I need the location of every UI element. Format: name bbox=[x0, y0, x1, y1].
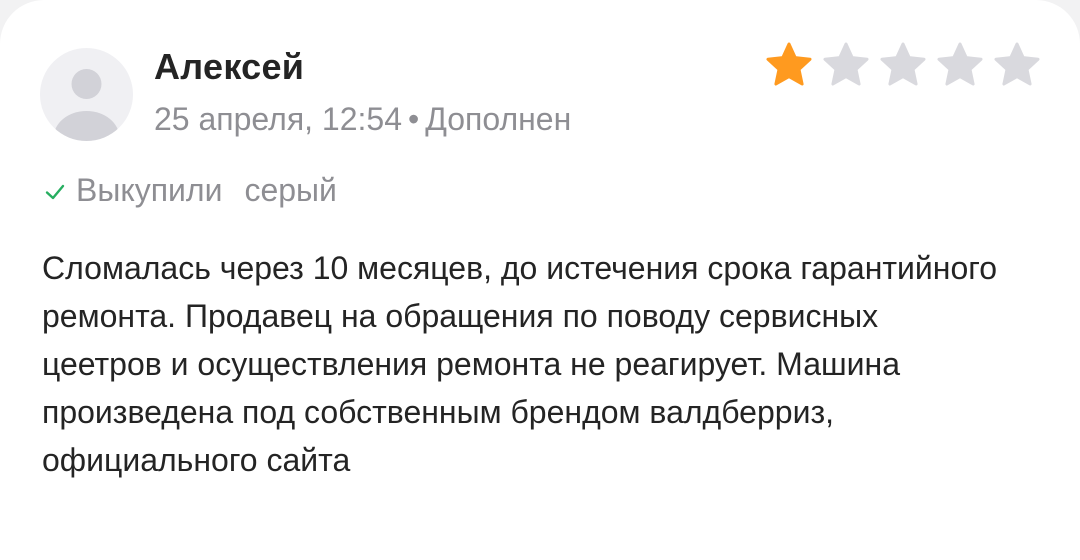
review-date: 25 апреля, 12:54 bbox=[154, 101, 402, 137]
user-placeholder-icon bbox=[53, 69, 120, 141]
review-card: Алексей 25 апреля, 12:54 • Дополнен Выкупи… bbox=[0, 0, 1080, 560]
purchase-status: Выкупили bbox=[76, 172, 223, 208]
author-name: Алексей bbox=[154, 46, 305, 87]
meta-separator: • bbox=[408, 101, 420, 137]
purchase-info: Выкупили серый bbox=[44, 172, 337, 209]
star-icon bbox=[880, 42, 926, 86]
star-icon bbox=[994, 42, 1040, 86]
avatar bbox=[40, 48, 133, 141]
review-meta: 25 апреля, 12:54 • Дополнен bbox=[154, 101, 571, 138]
color-variant: серый bbox=[244, 172, 337, 208]
star-icon bbox=[766, 42, 812, 86]
rating-stars bbox=[764, 40, 1042, 90]
star-icon bbox=[823, 42, 869, 86]
edited-label: Дополнен bbox=[425, 101, 572, 137]
check-icon bbox=[45, 184, 65, 199]
star-icon bbox=[937, 42, 983, 86]
review-text: Сломалась через 10 месяцев, до истечения… bbox=[42, 250, 997, 478]
